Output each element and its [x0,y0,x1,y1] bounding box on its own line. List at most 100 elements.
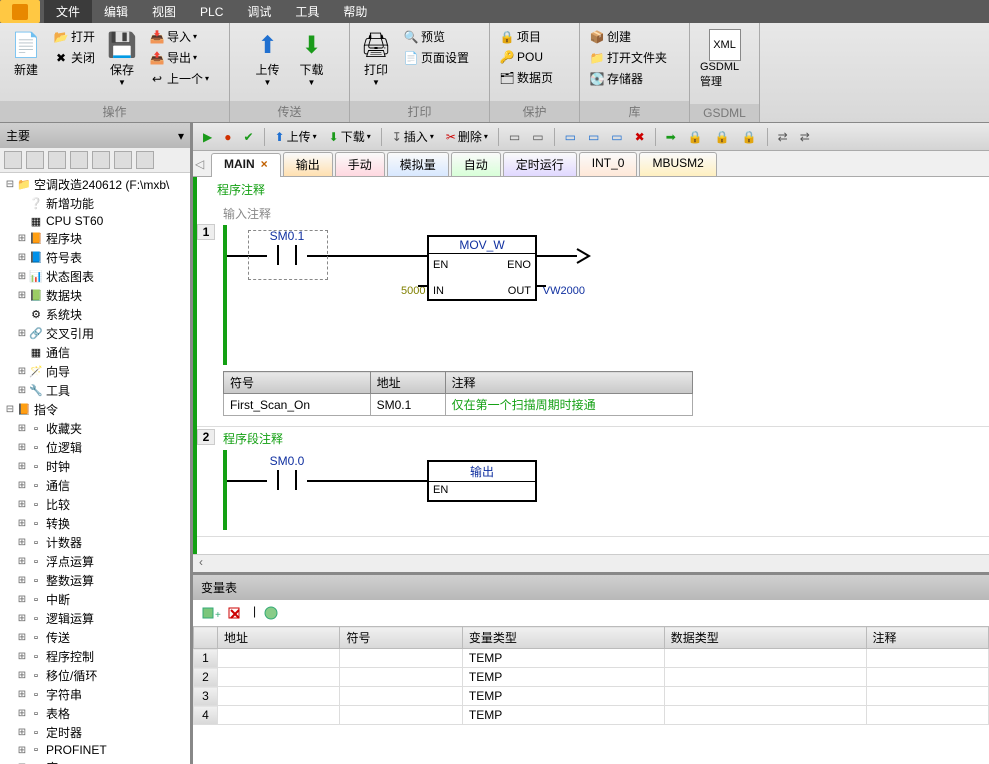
new-button[interactable]: 📄新建 [6,27,46,80]
var-cell[interactable] [664,649,866,668]
var-cell[interactable] [664,706,866,725]
network-comment[interactable]: 程序段注释 [197,427,989,450]
tree-instr-item[interactable]: ⊞▫整数运算 [4,571,186,590]
tree-item[interactable]: ❔新增功能 [4,194,186,213]
var-cell[interactable] [218,668,340,687]
export-button[interactable]: 📤导出▾ [146,48,212,67]
tree-instr-root[interactable]: ⊟📙指令 [4,400,186,419]
toolbar-button[interactable]: 🔒 [684,127,707,147]
toolbar-button[interactable]: ⇄ [796,127,814,147]
tree-item[interactable]: ⊞📗数据块 [4,286,186,305]
tree-instr-item[interactable]: ⊞▫表格 [4,704,186,723]
fbox-output[interactable]: 输出 EN [427,460,537,502]
menu-plc[interactable]: PLC [188,0,235,23]
toolbar-button[interactable]: ✂删除▾ [442,127,492,147]
open-button[interactable]: 📂打开 [50,27,98,46]
toolbar-button[interactable]: ▭ [505,127,524,147]
tree-btn-3[interactable] [48,151,66,169]
var-cell[interactable]: 2 [194,668,218,687]
var-row[interactable]: 3TEMP [194,687,989,706]
menu-view[interactable]: 视图 [140,0,188,23]
toolbar-button[interactable]: ▭ [607,127,626,147]
toolbar-button[interactable]: ⬇下载▾ [325,127,375,147]
horizontal-scrollbar[interactable] [193,554,989,572]
menu-tools[interactable]: 工具 [283,0,331,23]
tab-main[interactable]: MAIN× [211,153,281,177]
close-button[interactable]: ✖关闭 [50,48,98,67]
var-cell[interactable] [866,706,988,725]
create-button[interactable]: 📦创建 [586,27,670,46]
tab-nav-left[interactable]: ◁ [195,157,209,171]
var-cell[interactable] [664,668,866,687]
tab-模拟量[interactable]: 模拟量 [387,152,449,176]
memory-button[interactable]: 💽存储器 [586,69,670,88]
var-cell[interactable] [340,706,462,725]
symbol-row[interactable]: First_Scan_OnSM0.1仅在第一个扫描周期时接通 [224,394,693,416]
pane-dropdown-icon[interactable]: ▾ [178,129,184,143]
var-cell[interactable] [664,687,866,706]
tree-item[interactable]: ⊞📙程序块 [4,229,186,248]
var-cell[interactable]: 4 [194,706,218,725]
tree-instr-item[interactable]: ⊞▫字符串 [4,685,186,704]
var-add-button[interactable]: + [201,604,221,622]
var-cell[interactable]: TEMP [462,687,664,706]
var-cell[interactable] [866,687,988,706]
tab-输出[interactable]: 输出 [283,152,333,176]
var-cell[interactable]: TEMP [462,649,664,668]
toolbar-button[interactable]: 🔒 [738,127,761,147]
tab-手动[interactable]: 手动 [335,152,385,176]
tab-int_0[interactable]: INT_0 [579,152,638,176]
fbox-movw[interactable]: MOV_W EN ENO IN OUT 5000 VW2000 [427,235,537,301]
save-button[interactable]: 💾保存▼ [102,27,142,89]
project-button[interactable]: 🔒项目 [496,27,556,46]
var-cell[interactable] [218,706,340,725]
tab-定时运行[interactable]: 定时运行 [503,152,577,176]
tree-instr-item[interactable]: ⊞▫移位/循环 [4,666,186,685]
tree-instr-item[interactable]: ⊞▫收藏夹 [4,419,186,438]
tree-instr-item[interactable]: ⊞▫PROFINET [4,742,186,758]
menu-debug[interactable]: 调试 [235,0,283,23]
var-row[interactable]: 4 TEMP [194,706,989,725]
toolbar-button[interactable]: ▭ [584,127,603,147]
ladder-1[interactable]: SM0.1 MOV_W EN ENO IN OUT 5000 VW20 [223,225,989,365]
tree-instr-item[interactable]: ⊞▫传送 [4,628,186,647]
ladder-editor[interactable]: 程序注释 1 输入注释 SM0.1 [193,177,989,554]
tree-item[interactable]: ▦通信 [4,343,186,362]
tab-mbusm2[interactable]: MBUSM2 [639,152,716,176]
tree-btn-1[interactable] [4,151,22,169]
tree-instr-item[interactable]: ⊞▫定时器 [4,723,186,742]
preview-button[interactable]: 🔍预览 [400,27,472,46]
var-cell[interactable] [866,668,988,687]
toolbar-button[interactable]: ✖ [631,127,649,147]
tree-instr-item[interactable]: ⊞▫逻辑运算 [4,609,186,628]
tree-instr-item[interactable]: ⊞▫通信 [4,476,186,495]
toolbar-button[interactable]: ▶ [199,127,216,147]
var-cell[interactable]: TEMP [462,706,664,725]
var-row[interactable]: 2TEMP [194,668,989,687]
menu-edit[interactable]: 编辑 [92,0,140,23]
upload-button[interactable]: ⬆上传▼ [248,27,288,89]
project-tree[interactable]: ⊟📁空调改造240612 (F:\mxb\ ❔新增功能▦CPU ST60⊞📙程序… [0,173,190,764]
menu-file[interactable]: 文件 [44,0,92,23]
tree-item[interactable]: ⊞🪄向导 [4,362,186,381]
var-cell[interactable] [866,649,988,668]
tree-item[interactable]: ⊞📊状态图表 [4,267,186,286]
tree-btn-5[interactable] [92,151,110,169]
program-comment[interactable]: 程序注释 [197,177,989,202]
variable-grid[interactable]: 地址符号变量类型数据类型注释 1TEMP2TEMP3TEMP4TEMP [193,626,989,764]
tree-item[interactable]: ⊞📘符号表 [4,248,186,267]
tree-instr-item[interactable]: ⊞▫位逻辑 [4,438,186,457]
var-cell[interactable] [218,687,340,706]
ladder-2[interactable]: SM0.0 输出 EN [223,450,989,530]
toolbar-button[interactable]: ⇄ [774,127,792,147]
toolbar-button[interactable]: ➡ [662,127,680,147]
tab-自动[interactable]: 自动 [451,152,501,176]
input-comment[interactable]: 输入注释 [197,202,989,225]
openfolder-button[interactable]: 📁打开文件夹 [586,48,670,67]
tab-close-icon[interactable]: × [261,157,268,171]
tree-instr-item[interactable]: ⊞▫时钟 [4,457,186,476]
tree-instr-item[interactable]: ⊞▫转换 [4,514,186,533]
var-row[interactable]: 1TEMP [194,649,989,668]
tree-instr-item[interactable]: ⊞▫计数器 [4,533,186,552]
tree-btn-2[interactable] [26,151,44,169]
